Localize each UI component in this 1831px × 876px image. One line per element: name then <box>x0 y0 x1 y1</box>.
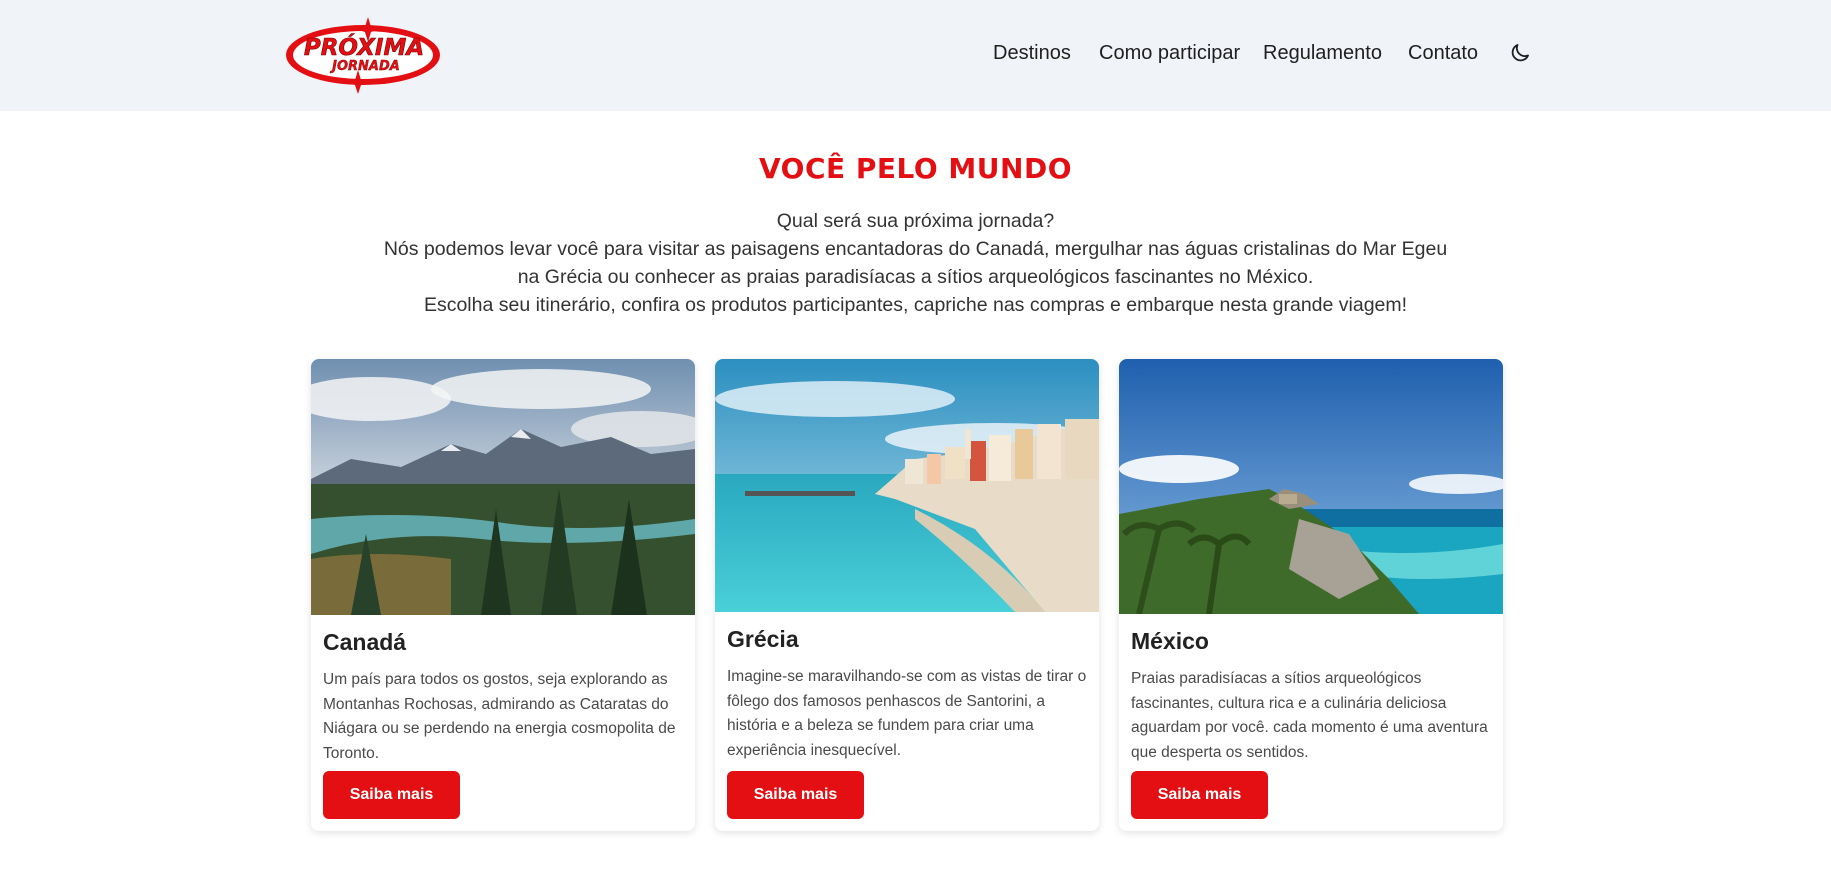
nav-regulamento[interactable]: Regulamento <box>1263 38 1382 68</box>
mexico-beach-image <box>1119 359 1503 614</box>
card-text-line: Um país para todos os gostos, seja explo… <box>323 671 668 688</box>
card-text-line: que desperta os sentidos. <box>1131 743 1309 761</box>
nav-contato[interactable]: Contato <box>1408 38 1478 68</box>
destination-card-canada: Canadá Um país para todos os gostos, sej… <box>311 359 695 831</box>
nav-destinos[interactable]: Destinos <box>993 38 1071 68</box>
card-title: Grécia <box>727 626 799 652</box>
canada-landscape-image <box>311 359 695 615</box>
card-text-line: Niágara ou se perdendo na energia cosmop… <box>323 720 676 737</box>
page-title: VOCÊ PELO MUNDO <box>758 152 1073 185</box>
card-description: Imagine-se maravilhando-se com as vistas… <box>727 665 1087 763</box>
saiba-mais-button[interactable]: Saiba mais <box>1131 771 1268 819</box>
main-nav: Destinos Como participar Regulamento Con… <box>0 38 1831 68</box>
destination-card-mexico: México Praias paradisíacas a sítios arqu… <box>1119 359 1503 831</box>
moon-icon[interactable] <box>1508 41 1532 65</box>
card-description: Um país para todos os gostos, seja explo… <box>323 668 683 766</box>
saiba-mais-button[interactable]: Saiba mais <box>323 771 460 819</box>
card-text-line: Montanhas Rochosas, admirando as Catarat… <box>323 695 669 713</box>
card-text-line: experiência inesquecível. <box>727 741 902 759</box>
card-text-line: aguardam por você. cada momento é uma av… <box>1131 719 1488 736</box>
intro-line: Qual será sua próxima jornada? <box>776 210 1055 232</box>
destination-card-grecia: Grécia Imagine-se maravilhando-se com as… <box>715 359 1099 831</box>
nav-como-participar[interactable]: Como participar <box>1099 38 1240 68</box>
site-header: PRÓXIMA JORNADA Destinos Como participar… <box>0 0 1831 111</box>
card-text-line: fascinantes, cultura rica e a culinária … <box>1131 694 1447 712</box>
card-text-line: Praias paradisíacas a sítios arqueológic… <box>1131 670 1422 687</box>
card-text-line: Toronto. <box>323 744 380 762</box>
card-title: México <box>1131 628 1209 654</box>
intro-line: Escolha seu itinerário, confira os produ… <box>423 294 1408 316</box>
intro-line: na Grécia ou conhecer as praias paradisí… <box>517 266 1314 288</box>
saiba-mais-button[interactable]: Saiba mais <box>727 771 864 819</box>
intro-text: Qual será sua próxima jornada? Nós podem… <box>0 207 1831 319</box>
intro-line: Nós podemos levar você para visitar as p… <box>383 238 1448 260</box>
card-text-line: fôlego dos famosos penhascos de Santorin… <box>727 692 1045 710</box>
card-text-line: história e a beleza se fundem para criar… <box>727 717 1034 734</box>
card-description: Praias paradisíacas a sítios arqueológic… <box>1131 667 1491 765</box>
card-title: Canadá <box>323 629 407 655</box>
grecia-coast-image <box>715 359 1099 612</box>
card-text-line: Imagine-se maravilhando-se com as vistas… <box>727 668 1087 685</box>
